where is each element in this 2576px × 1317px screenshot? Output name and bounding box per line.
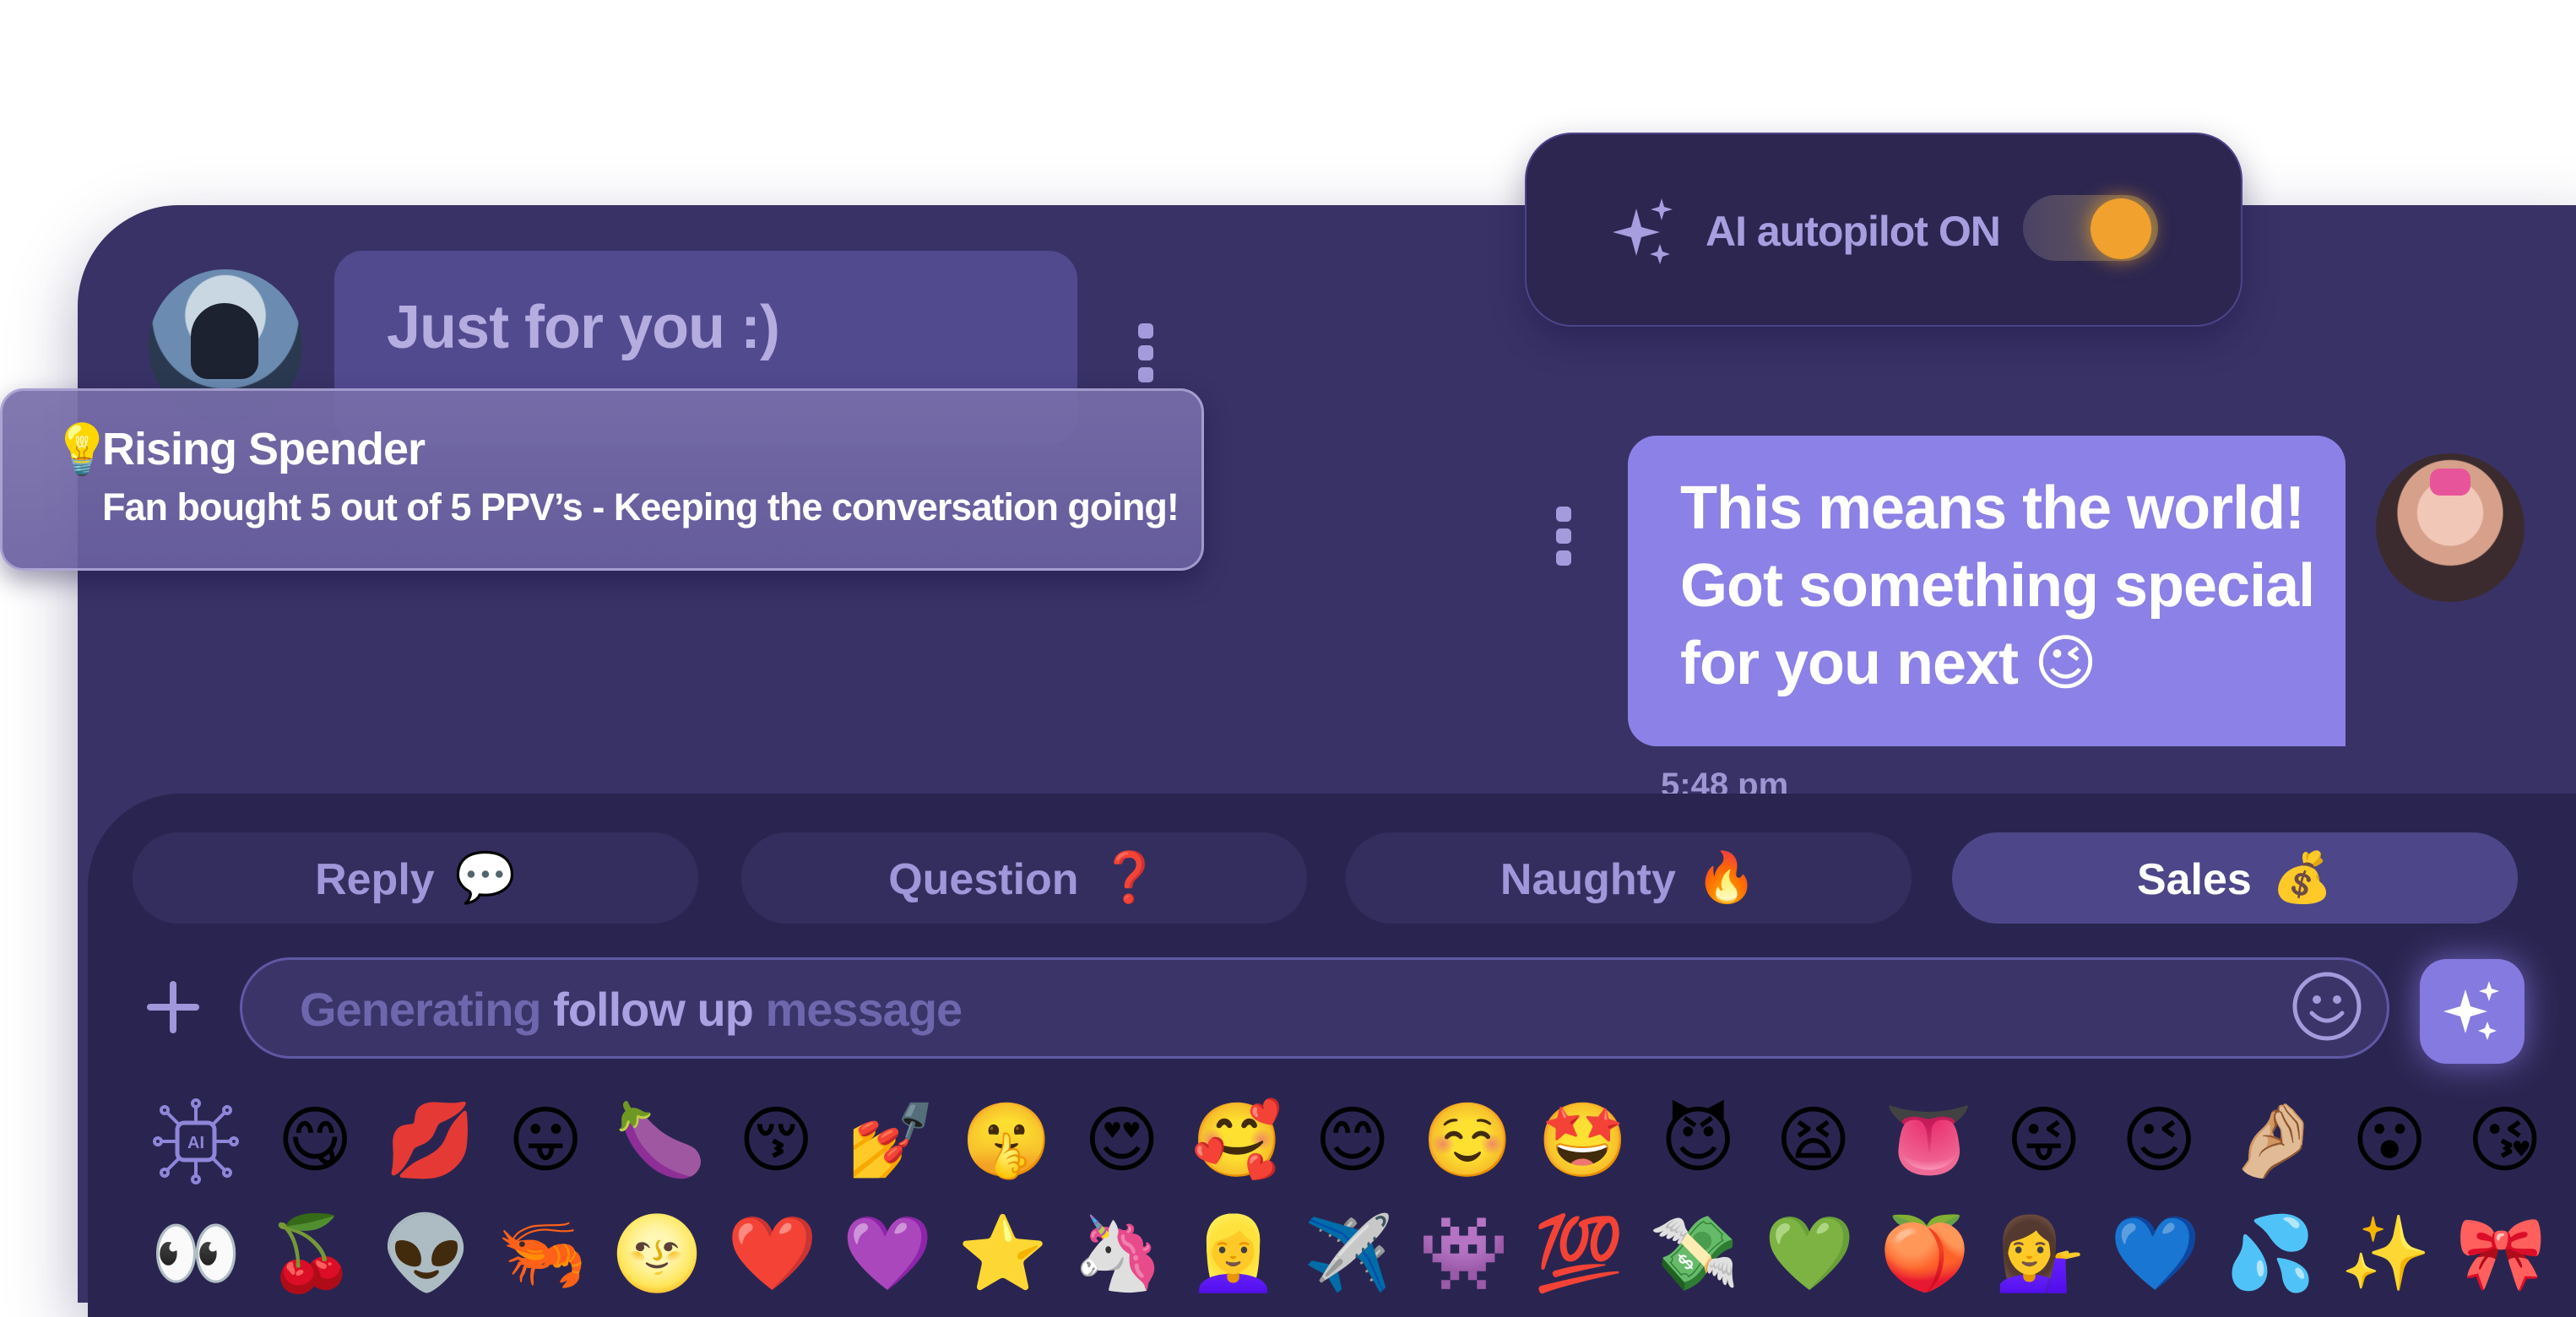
emoji-option[interactable]: 👽 — [369, 1207, 485, 1300]
tab-naughty-label: Naughty — [1500, 855, 1676, 904]
emoji-option[interactable]: 💁‍♀️ — [1982, 1207, 2098, 1300]
emoji-option[interactable]: 👾 — [1407, 1207, 1522, 1300]
emoji-option[interactable]: 💦 — [2213, 1207, 2329, 1300]
emoji-option[interactable]: 🍆 — [603, 1094, 719, 1187]
emoji-option[interactable]: 🦐 — [485, 1207, 600, 1300]
message-input[interactable]: Generating follow up message — [240, 957, 2389, 1059]
emoji-option[interactable]: 👱‍♀️ — [1176, 1207, 1292, 1300]
tab-question[interactable]: Question ❓ — [741, 832, 1307, 924]
emoji-option[interactable]: 😈 — [1641, 1094, 1756, 1187]
incoming-message-menu-icon[interactable] — [1138, 323, 1153, 389]
emoji-option[interactable]: ❤️ — [715, 1207, 831, 1300]
ai-chip-icon[interactable]: AI — [138, 1094, 254, 1187]
emoji-option[interactable]: 👀 — [138, 1207, 254, 1300]
emoji-option[interactable]: 😉 — [2101, 1094, 2217, 1187]
emoji-option[interactable]: 😫 — [1755, 1094, 1871, 1187]
question-mark-icon: ❓ — [1098, 850, 1160, 905]
speech-bubble-icon: 💬 — [454, 850, 516, 905]
composer-panel: Reply 💬 Question ❓ Naughty 🔥 Sales 💰 Generat… — [88, 794, 2576, 1317]
emoji-row: 👀 🍒 👽 🦐 🌝 ❤️ 💜 ⭐ 🦄 👱‍♀️ ✈️ 👾 💯 💸 💚 🍑 💁‍♀️ 💙 💦 ✨ 🎀 — [138, 1207, 2559, 1300]
tab-sales[interactable]: Sales 💰 — [1952, 832, 2518, 924]
notification-body: Fan bought 5 out of 5 PPV’s - Keeping th… — [102, 485, 1180, 528]
emoji-option[interactable]: 👅 — [1871, 1094, 1987, 1187]
tab-reply-label: Reply — [315, 855, 435, 904]
tab-sales-label: Sales — [2136, 855, 2252, 904]
tab-reply[interactable]: Reply 💬 — [133, 832, 698, 924]
emoji-option[interactable]: 🍒 — [254, 1207, 370, 1300]
svg-text:AI: AI — [187, 1134, 204, 1152]
emoji-option[interactable]: 💅 — [833, 1094, 949, 1187]
emoji-option[interactable]: 😊 — [1294, 1094, 1410, 1187]
emoji-option[interactable]: 😜 — [1986, 1094, 2101, 1187]
emoji-option[interactable]: 🍑 — [1868, 1207, 1983, 1300]
emoji-option[interactable]: ✈️ — [1291, 1207, 1407, 1300]
emoji-picker-icon[interactable] — [2291, 971, 2362, 1042]
emoji-option[interactable]: 🤩 — [1525, 1094, 1641, 1187]
rising-spender-notification: 💡 Rising Spender Fan bought 5 out of 5 P… — [0, 388, 1204, 571]
emoji-row: AI 😋 💋 😛 🍆 😚 💅 🤫 😍 🥰 😊 ☺️ 🤩 😈 😫 👅 😜 😉 🤌🏼 😮 😘 — [138, 1094, 2562, 1187]
autopilot-toggle[interactable] — [2023, 195, 2158, 261]
ai-autopilot-panel: AI autopilot ON — [1525, 133, 2242, 327]
creator-avatar[interactable] — [2376, 453, 2524, 602]
emoji-option[interactable]: 💙 — [2098, 1207, 2214, 1300]
ai-generate-button[interactable] — [2420, 959, 2524, 1064]
emoji-option[interactable]: ⭐ — [946, 1207, 1061, 1300]
sparkle-icon — [1613, 198, 1673, 264]
emoji-option[interactable]: 😚 — [719, 1094, 834, 1187]
emoji-option[interactable]: 😘 — [2447, 1094, 2562, 1187]
emoji-option[interactable]: 💯 — [1521, 1207, 1637, 1300]
emoji-option[interactable]: 😛 — [488, 1094, 604, 1187]
add-attachment-icon[interactable] — [147, 981, 199, 1033]
emoji-option[interactable]: 😮 — [2332, 1094, 2448, 1187]
sparkle-icon — [2443, 981, 2499, 1040]
emoji-option[interactable]: 🤫 — [949, 1094, 1065, 1187]
emoji-option[interactable]: 🌝 — [599, 1207, 715, 1300]
tab-question-label: Question — [888, 855, 1079, 904]
outgoing-message-text: This means the world! Got something spec… — [1680, 474, 2315, 697]
autopilot-label: AI autopilot ON — [1706, 208, 2001, 255]
emoji-option[interactable]: 💚 — [1752, 1207, 1868, 1300]
incoming-message-text: Just for you :) — [387, 294, 780, 361]
emoji-option[interactable]: 🥰 — [1180, 1094, 1295, 1187]
emoji-option[interactable]: 😍 — [1064, 1094, 1180, 1187]
fire-icon: 🔥 — [1695, 850, 1758, 905]
emoji-option[interactable]: 🎀 — [2443, 1207, 2559, 1300]
emoji-option[interactable]: ☺️ — [1410, 1094, 1526, 1187]
message-input-text: Generating follow up message — [300, 983, 963, 1036]
emoji-option[interactable]: 💋 — [372, 1094, 488, 1187]
notification-title: Rising Spender — [102, 424, 426, 474]
emoji-option[interactable]: ✨ — [2329, 1207, 2444, 1300]
outgoing-message-menu-icon[interactable] — [1556, 507, 1571, 572]
toggle-knob — [2091, 198, 2151, 259]
emoji-option[interactable]: 💜 — [830, 1207, 946, 1300]
outgoing-message-bubble: This means the world! Got something spec… — [1628, 436, 2346, 746]
emoji-option[interactable]: 💸 — [1637, 1207, 1753, 1300]
emoji-option[interactable]: 🦄 — [1060, 1207, 1176, 1300]
tab-naughty[interactable]: Naughty 🔥 — [1346, 832, 1912, 924]
emoji-option[interactable]: 🤌🏼 — [2216, 1094, 2332, 1187]
emoji-option[interactable]: 😋 — [258, 1094, 373, 1187]
money-bag-icon: 💰 — [2271, 850, 2334, 905]
